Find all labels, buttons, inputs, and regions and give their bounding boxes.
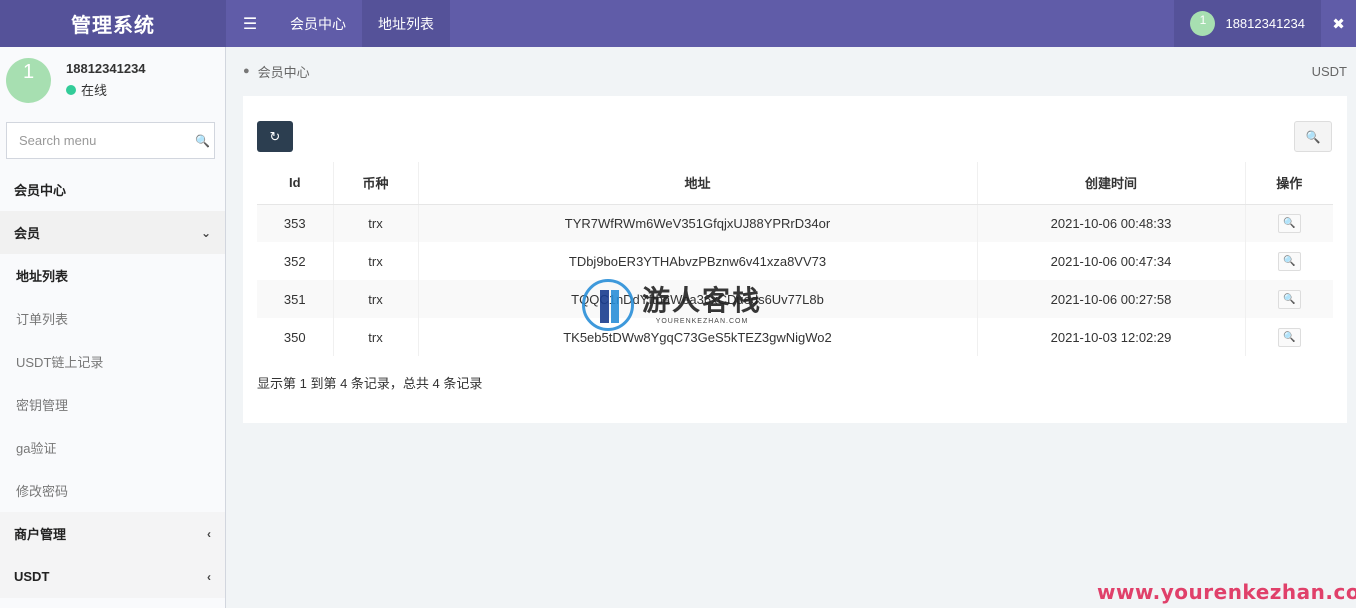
cell-id: 350 xyxy=(257,318,334,356)
col-id[interactable]: Id xyxy=(257,162,334,205)
col-actions: 操作 xyxy=(1245,162,1333,205)
cell-created: 2021-10-06 00:47:34 xyxy=(977,242,1246,280)
sidebar-item-ga-verify[interactable]: ga验证 xyxy=(0,426,225,469)
user-menu[interactable]: 1 18812341234 xyxy=(1174,0,1321,47)
tab-member-center[interactable]: 会员中心 xyxy=(274,0,362,47)
cell-actions: 🔍 xyxy=(1245,204,1333,242)
breadcrumb: ● 会员中心 USDT xyxy=(243,61,1347,81)
submenu-member: 地址列表 订单列表 USDT链上记录 密钥管理 ga验证 修改密码 xyxy=(0,254,225,512)
chevron-left-icon: ‹ xyxy=(207,569,211,584)
watermark-emblem-icon xyxy=(582,279,634,331)
avatar: 1 xyxy=(1190,11,1216,36)
cell-coin: trx xyxy=(333,280,419,318)
sidebar-item-order-list[interactable]: 订单列表 xyxy=(0,297,225,340)
cell-id: 351 xyxy=(257,280,334,318)
online-dot-icon xyxy=(66,84,76,95)
sidebar-item-label: 商户管理 xyxy=(14,527,67,542)
search-icon: 🔍 xyxy=(1283,217,1296,229)
address-table: Id 币种 地址 创建时间 操作 353 trx TYR7WfRWm6WeV35… xyxy=(257,162,1333,356)
pagination-info: 显示第 1 到第 4 条记录，总共 4 条记录 xyxy=(257,376,483,391)
sidebar-item-member[interactable]: 会员 ⌄ xyxy=(0,211,225,254)
avatar: 1 xyxy=(6,57,51,103)
sidebar-item-member-center[interactable]: 会员中心 xyxy=(0,168,225,211)
sidebar-item-label: 会员 xyxy=(14,226,41,241)
user-icon: ● xyxy=(243,65,250,77)
cell-created: 2021-10-03 12:02:29 xyxy=(977,318,1246,356)
search-icon: 🔍 xyxy=(1283,331,1296,343)
search-icon[interactable]: 🔍 xyxy=(195,134,210,148)
view-detail-button[interactable]: 🔍 xyxy=(1277,289,1301,309)
cell-id: 352 xyxy=(257,242,334,280)
search-toggle-button[interactable]: 🔍 xyxy=(1294,121,1332,152)
sidebar-item-key-management[interactable]: 密钥管理 xyxy=(0,383,225,426)
refresh-button[interactable]: ↻ xyxy=(257,121,293,152)
sidebar-item-usdt-chain-records[interactable]: USDT链上记录 xyxy=(0,340,225,383)
refresh-icon: ↻ xyxy=(269,128,281,144)
cell-actions: 🔍 xyxy=(1245,280,1333,318)
status-text: 在线 xyxy=(81,83,108,98)
search-icon: 🔍 xyxy=(1283,293,1296,305)
view-detail-button[interactable]: 🔍 xyxy=(1277,327,1301,347)
watermark-subtitle: YOURENKEZHAN.COM xyxy=(655,317,749,325)
sidebar-item-merchant-management[interactable]: 商户管理 ‹ xyxy=(0,512,225,555)
sidebar-menu: 会员中心 会员 ⌄ 地址列表 订单列表 USDT链上记录 密钥管理 ga验证 修… xyxy=(0,168,225,598)
table-row: 351 trx TQQC1nDdYftbaWea36xCDueds6Uv77L8… xyxy=(257,280,1333,318)
cell-created: 2021-10-06 00:48:33 xyxy=(977,204,1246,242)
cell-id: 353 xyxy=(257,204,334,242)
search-icon: 🔍 xyxy=(1305,129,1321,144)
sidebar-item-change-password[interactable]: 修改密码 xyxy=(0,469,225,512)
view-detail-button[interactable]: 🔍 xyxy=(1277,213,1301,233)
watermark-title: 游人客栈 xyxy=(642,283,763,317)
user-name: 18812341234 xyxy=(1225,16,1305,31)
cell-actions: 🔍 xyxy=(1245,242,1333,280)
table-row: 350 trx TK5eb5tDWw8YgqC73GeS5kTEZ3gwNigW… xyxy=(257,318,1333,356)
search-icon: 🔍 xyxy=(1283,255,1296,267)
cell-created: 2021-10-06 00:27:58 xyxy=(977,280,1246,318)
sidebar: 1 18812341234 在线 🔍 会员中心 会员 ⌄ 地址列表 订单列表 U… xyxy=(0,47,226,608)
sidebar-item-address-list[interactable]: 地址列表 xyxy=(0,254,225,297)
cell-coin: trx xyxy=(333,242,419,280)
cell-coin: trx xyxy=(333,204,419,242)
watermark-logo: 游人客栈 YOURENKEZHAN.COM xyxy=(582,279,762,331)
user-name: 18812341234 xyxy=(66,61,146,76)
top-navbar: 管理系统 ☰ 会员中心 地址列表 1 18812341234 ✖ xyxy=(0,0,1356,47)
tab-address-list[interactable]: 地址列表 xyxy=(362,0,450,47)
app-logo[interactable]: 管理系统 xyxy=(0,0,226,47)
table-row: 352 trx TDbj9boER3YTHAbvzPBznw6v41xza8VV… xyxy=(257,242,1333,280)
chevron-down-icon: ⌄ xyxy=(200,225,211,240)
sidebar-item-label: USDT xyxy=(14,569,50,584)
address-list-panel: ↻ 🔍 Id 币种 地址 创建时间 操作 353 trx TYR7WfRWm6W… xyxy=(243,96,1347,423)
table-header-row: Id 币种 地址 创建时间 操作 xyxy=(257,162,1333,205)
cell-address: TDbj9boER3YTHAbvzPBznw6v41xza8VV73 xyxy=(418,242,978,280)
view-detail-button[interactable]: 🔍 xyxy=(1277,251,1301,271)
table-row: 353 trx TYR7WfRWm6WeV351GfqjxUJ88YPRrD34… xyxy=(257,204,1333,242)
breadcrumb-right: USDT xyxy=(1311,63,1347,79)
fullscreen-icon[interactable]: ✖ xyxy=(1321,0,1356,47)
sidebar-item-usdt[interactable]: USDT ‹ xyxy=(0,555,225,598)
col-created[interactable]: 创建时间 xyxy=(977,162,1246,205)
cell-actions: 🔍 xyxy=(1245,318,1333,356)
search-menu-box: 🔍 xyxy=(6,122,215,159)
search-input[interactable] xyxy=(19,133,195,148)
user-panel: 1 18812341234 在线 xyxy=(0,47,225,113)
col-address[interactable]: 地址 xyxy=(418,162,978,205)
cell-address: TYR7WfRWm6WeV351GfqjxUJ88YPRrD34or xyxy=(418,204,978,242)
cell-coin: trx xyxy=(333,318,419,356)
user-status: 在线 xyxy=(66,80,146,99)
menu-toggle-icon[interactable]: ☰ xyxy=(226,0,274,47)
chevron-left-icon: ‹ xyxy=(207,526,211,541)
watermark-url: www.yourenkezhan.com xyxy=(1097,580,1356,604)
breadcrumb-item[interactable]: 会员中心 xyxy=(258,62,310,81)
col-coin[interactable]: 币种 xyxy=(333,162,419,205)
